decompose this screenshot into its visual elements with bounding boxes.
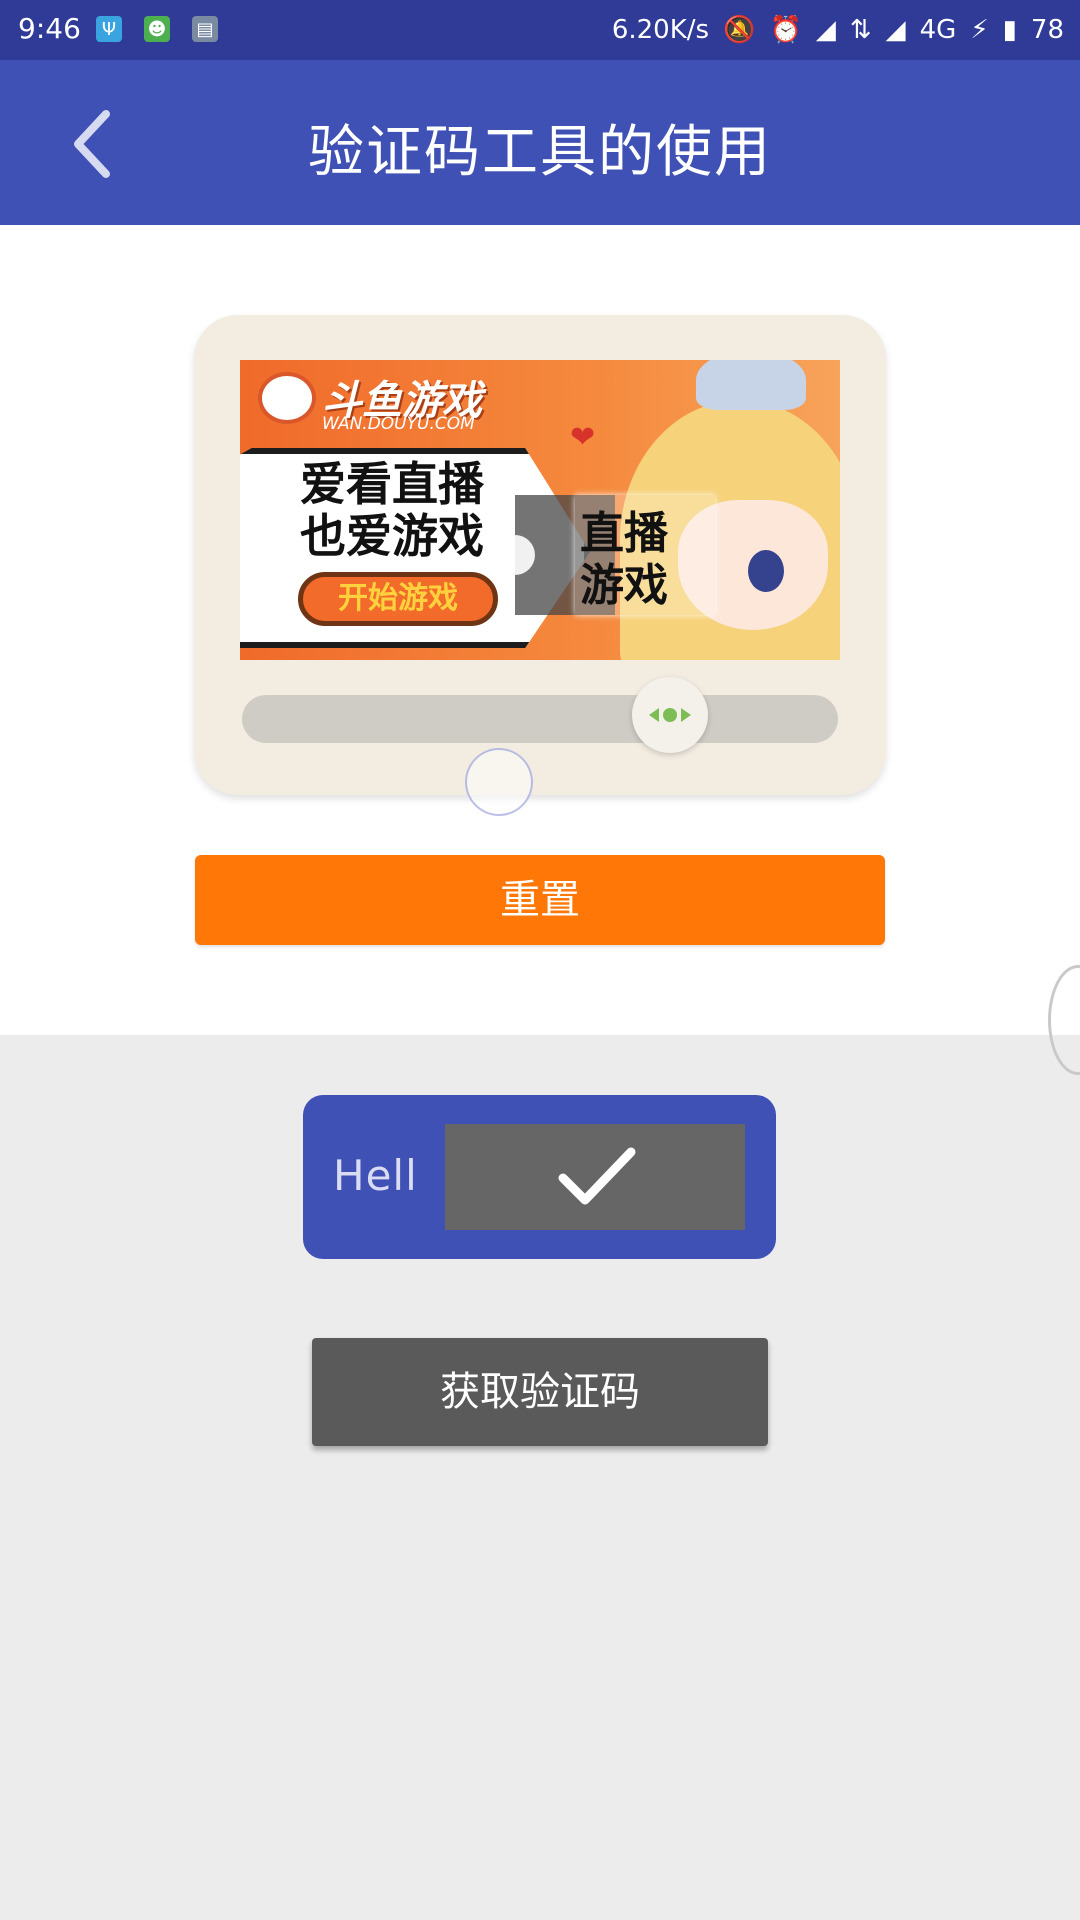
verify-check-button[interactable] <box>445 1124 745 1230</box>
verify-text: Hell <box>333 1151 418 1200</box>
signal-icon: ◢ <box>885 15 906 45</box>
get-code-button[interactable]: 获取验证码 <box>312 1338 768 1446</box>
verify-widget: Hell <box>303 1095 776 1259</box>
charging-icon: ⚡ <box>970 15 989 45</box>
captcha-image: 斗鱼游戏 WAN.DOUYU.COM ❤ ❤ 爱看直播 也爱游戏 开始游戏 直播… <box>240 360 840 660</box>
network-type: 4G <box>919 15 957 45</box>
status-bar: 9:46 Ψ ☻ ▤ 6.20K/s 🔕 ⏰ ◢ ⇅ ◢ 4G ⚡ ▮ 78 <box>0 0 1080 60</box>
puzzle-piece-text: 直播 游戏 <box>580 508 668 612</box>
piece-line-1: 直播 <box>580 508 668 559</box>
app-bar: 验证码工具的使用 <box>0 60 1080 225</box>
arrow-left-icon <box>649 708 659 722</box>
douyu-logo-icon <box>258 372 316 424</box>
data-transfer-icon: ⇅ <box>849 15 872 45</box>
reset-button[interactable]: 重置 <box>195 855 885 945</box>
battery-level: 78 <box>1030 15 1064 45</box>
start-game-badge: 开始游戏 <box>298 572 498 626</box>
screenshot-icon: ▤ <box>192 16 218 42</box>
dot-icon <box>663 708 677 722</box>
network-speed: 6.20K/s <box>611 15 710 45</box>
speech-bubble-text: 爱看直播 也爱游戏 <box>300 458 484 562</box>
character-eye <box>748 550 784 592</box>
captcha-card: 斗鱼游戏 WAN.DOUYU.COM ❤ ❤ 爱看直播 也爱游戏 开始游戏 直播… <box>194 315 886 795</box>
captcha-section: 斗鱼游戏 WAN.DOUYU.COM ❤ ❤ 爱看直播 也爱游戏 开始游戏 直播… <box>0 225 1080 1075</box>
battery-icon: ▮ <box>1002 15 1017 45</box>
slider-handle[interactable] <box>632 677 708 753</box>
usb-icon: Ψ <box>96 16 122 42</box>
piece-line-2: 游戏 <box>580 560 668 611</box>
android-icon: ☻ <box>144 16 170 42</box>
bubble-line-1: 爱看直播 <box>300 457 484 511</box>
status-time: 9:46 <box>18 12 81 45</box>
slider-track[interactable] <box>242 695 838 743</box>
edge-drawer-handle[interactable] <box>1048 965 1080 1075</box>
mute-icon: 🔕 <box>723 15 756 45</box>
bubble-line-2: 也爱游戏 <box>300 509 484 563</box>
alarm-icon: ⏰ <box>769 15 802 45</box>
status-right-group: 6.20K/s 🔕 ⏰ ◢ ⇅ ◢ 4G ⚡ ▮ 78 <box>612 10 1064 50</box>
checkmark-icon <box>558 1147 636 1205</box>
touch-indicator <box>465 748 533 816</box>
character-hat <box>696 360 806 410</box>
logo-subtitle: WAN.DOUYU.COM <box>322 414 475 434</box>
arrow-right-icon <box>681 708 691 722</box>
signal-icon: ◢ <box>815 15 836 45</box>
page-title: 验证码工具的使用 <box>308 120 772 185</box>
heart-icon: ❤ <box>570 420 596 455</box>
